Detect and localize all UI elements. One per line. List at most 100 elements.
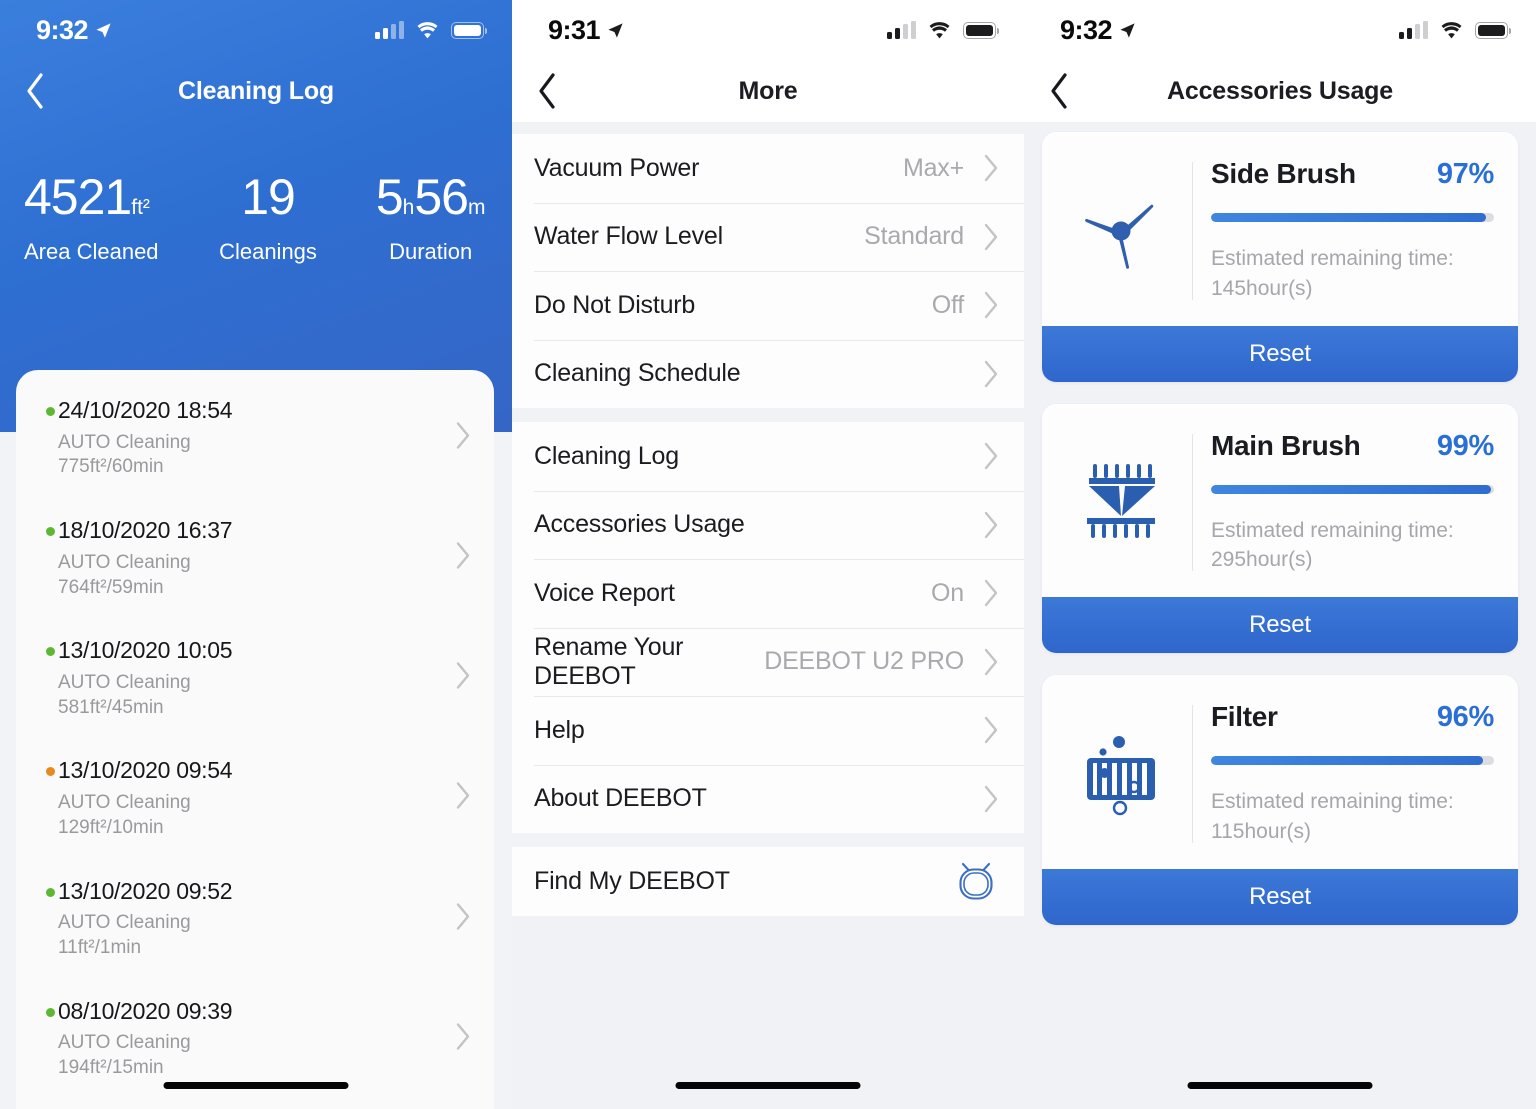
settings-row[interactable]: Rename Your DEEBOT DEEBOT U2 PRO bbox=[512, 627, 1024, 697]
accessory-header: Filter 96% bbox=[1211, 701, 1494, 734]
status-bar-time: 9:32 bbox=[36, 14, 89, 45]
settings-row[interactable]: Voice Report On bbox=[512, 559, 1024, 628]
nav-bar: Cleaning Log bbox=[0, 60, 512, 122]
cleaning-log-date: 24/10/2020 18:54 bbox=[58, 397, 233, 423]
accessory-estimate: Estimated remaining time: 145hour(s) bbox=[1211, 244, 1494, 304]
settings-row-label: Accessories Usage bbox=[534, 510, 745, 539]
cleaning-log-row[interactable]: 08/10/2020 09:39 AUTO Cleaning 194ft²/15mi… bbox=[16, 979, 494, 1099]
settings-group: Vacuum Power Max+ Water Flow Level Standard… bbox=[512, 134, 1024, 408]
accessory-progress-fill bbox=[1211, 484, 1492, 494]
cleaning-log-row[interactable]: 13/10/2020 10:05 AUTO Cleaning 581ft²/45mi… bbox=[16, 618, 494, 738]
wifi-icon bbox=[1441, 22, 1462, 39]
wifi-icon bbox=[929, 22, 950, 39]
cleaning-log-row[interactable]: 24/10/2020 18:54 AUTO Cleaning 775ft²/60mi… bbox=[16, 378, 494, 498]
deebot-robot-icon bbox=[959, 863, 993, 900]
page-title: More bbox=[738, 76, 798, 105]
disclosure-chevron bbox=[980, 510, 1002, 540]
status-bar-time: 9:31 bbox=[548, 14, 601, 45]
disclosure-chevron bbox=[455, 661, 472, 696]
settings-row[interactable]: Help bbox=[512, 696, 1024, 765]
accessory-name: Side Brush bbox=[1211, 158, 1356, 189]
accessory-info: Main Brush 99% Estimated remaining time: 29… bbox=[1211, 430, 1498, 576]
phone-screen-more: 9:31 More Vacuum Power Max+ Water Flow Lev… bbox=[512, 0, 1024, 1109]
three-screenshot-strip: 9:32 Cleaning Log 4521ft² Area Cleaned 1… bbox=[0, 0, 1536, 1109]
vertical-divider bbox=[1192, 162, 1193, 300]
disclosure-chevron bbox=[455, 421, 472, 456]
chevron-right-icon bbox=[984, 155, 997, 182]
cleaning-log-meta: 775ft²/60min bbox=[58, 456, 164, 478]
accessory-progress-fill bbox=[1211, 213, 1486, 222]
main-brush-icon bbox=[1087, 464, 1155, 539]
settings-row-label: Vacuum Power bbox=[534, 153, 700, 182]
accessory-reset-button[interactable]: Reset bbox=[1042, 597, 1518, 654]
cleaning-status-dot bbox=[46, 527, 55, 537]
accessory-estimate-value: 115hour(s) bbox=[1211, 820, 1311, 844]
cellular-signal-icon bbox=[375, 21, 404, 39]
more-settings-list: Vacuum Power Max+ Water Flow Level Standard… bbox=[512, 122, 1024, 1109]
accessory-reset-button[interactable]: Reset bbox=[1042, 325, 1518, 382]
stat-duration-label: Duration bbox=[389, 239, 473, 264]
cleaning-log-date: 13/10/2020 10:05 bbox=[58, 637, 233, 664]
page-title: Accessories Usage bbox=[1167, 76, 1393, 105]
cleaning-log-row[interactable]: 08/10/2020 09:16AUTO Cleaning151ft²/12mi… bbox=[16, 1099, 494, 1109]
settings-row-label: Water Flow Level bbox=[534, 222, 723, 251]
accessory-header: Main Brush 99% bbox=[1211, 430, 1494, 463]
home-indicator bbox=[1187, 1082, 1373, 1089]
stat-area-cleaned: 4521ft² Area Cleaned bbox=[0, 172, 187, 265]
accessory-estimate: Estimated remaining time: 295hour(s) bbox=[1211, 516, 1494, 576]
accessory-card: Filter 96% Estimated remaining time: 115hou… bbox=[1042, 675, 1518, 925]
settings-row[interactable]: Do Not Disturb Off bbox=[512, 271, 1024, 340]
chevron-right-icon bbox=[984, 511, 997, 538]
settings-row-value: Standard bbox=[864, 222, 964, 251]
status-bar-indicators bbox=[375, 21, 487, 39]
cleaning-log-meta: 129ft²/10min bbox=[58, 816, 164, 838]
accessory-progress-fill bbox=[1211, 756, 1483, 766]
cleaning-log-list[interactable]: 24/10/2020 18:54 AUTO Cleaning 775ft²/60mi… bbox=[16, 370, 494, 1109]
chevron-right-icon bbox=[456, 662, 470, 690]
settings-row-label: Find My DEEBOT bbox=[534, 866, 730, 895]
settings-row-label: Cleaning Schedule bbox=[534, 359, 741, 388]
wifi-icon bbox=[417, 22, 438, 39]
accessory-estimate-label: Estimated remaining time: bbox=[1211, 247, 1454, 270]
stat-area-number: 4521 bbox=[24, 169, 132, 225]
phone-screen-cleaning-log: 9:32 Cleaning Log 4521ft² Area Cleaned 1… bbox=[0, 0, 512, 1109]
chevron-right-icon bbox=[456, 422, 470, 449]
settings-row[interactable]: Cleaning Log bbox=[512, 422, 1024, 491]
accessory-estimate-label: Estimated remaining time: bbox=[1211, 518, 1454, 542]
location-arrow-icon bbox=[96, 22, 111, 38]
accessory-percent: 96% bbox=[1436, 701, 1494, 734]
stat-duration-minutes-unit: m bbox=[467, 196, 486, 219]
cleaning-status-dot bbox=[46, 407, 55, 416]
cleaning-log-meta: 11ft²/1min bbox=[58, 936, 142, 958]
accessory-header: Side Brush 97% bbox=[1211, 158, 1494, 191]
accessory-card: Main Brush 99% Estimated remaining time: 29… bbox=[1042, 403, 1518, 654]
accessory-name: Main Brush bbox=[1211, 429, 1361, 461]
settings-row[interactable]: About DEEBOT bbox=[512, 764, 1024, 834]
stat-cleanings-number: 19 bbox=[241, 169, 296, 225]
disclosure-chevron bbox=[980, 441, 1002, 471]
nav-bar: More bbox=[512, 60, 1024, 122]
disclosure-chevron bbox=[980, 578, 1002, 608]
chevron-right-icon bbox=[984, 785, 997, 812]
accessory-name: Filter bbox=[1211, 701, 1278, 733]
cleaning-log-row[interactable]: 13/10/2020 09:52 AUTO Cleaning 11ft²/1min bbox=[16, 859, 494, 979]
settings-row[interactable]: Accessories Usage bbox=[512, 490, 1024, 560]
disclosure-chevron bbox=[980, 359, 1002, 389]
cleaning-log-date: 13/10/2020 09:52 bbox=[58, 877, 233, 904]
accessory-estimate-label: Estimated remaining time: bbox=[1211, 790, 1454, 814]
status-bar-time: 9:32 bbox=[1060, 14, 1113, 45]
cleaning-log-mode: AUTO Cleaning bbox=[58, 551, 191, 573]
settings-row[interactable]: Cleaning Schedule bbox=[512, 339, 1024, 409]
settings-row[interactable]: Find My DEEBOT bbox=[512, 847, 1024, 916]
settings-row[interactable]: Water Flow Level Standard bbox=[512, 202, 1024, 272]
status-bar: 9:32 bbox=[1024, 0, 1536, 60]
cleaning-log-row[interactable]: 13/10/2020 09:54 AUTO Cleaning 129ft²/10mi… bbox=[16, 738, 494, 858]
accessory-info: Side Brush 97% Estimated remaining time: 14… bbox=[1211, 158, 1498, 304]
accessory-reset-button[interactable]: Reset bbox=[1042, 868, 1518, 925]
cleaning-log-mode: AUTO Cleaning bbox=[58, 792, 191, 814]
accessory-percent: 99% bbox=[1436, 429, 1494, 462]
settings-row[interactable]: Vacuum Power Max+ bbox=[512, 134, 1024, 203]
cleaning-log-row[interactable]: 18/10/2020 16:37 AUTO Cleaning 764ft²/59mi… bbox=[16, 498, 494, 618]
filter-icon bbox=[1087, 736, 1155, 816]
settings-row-value: DEEBOT U2 PRO bbox=[764, 647, 964, 676]
